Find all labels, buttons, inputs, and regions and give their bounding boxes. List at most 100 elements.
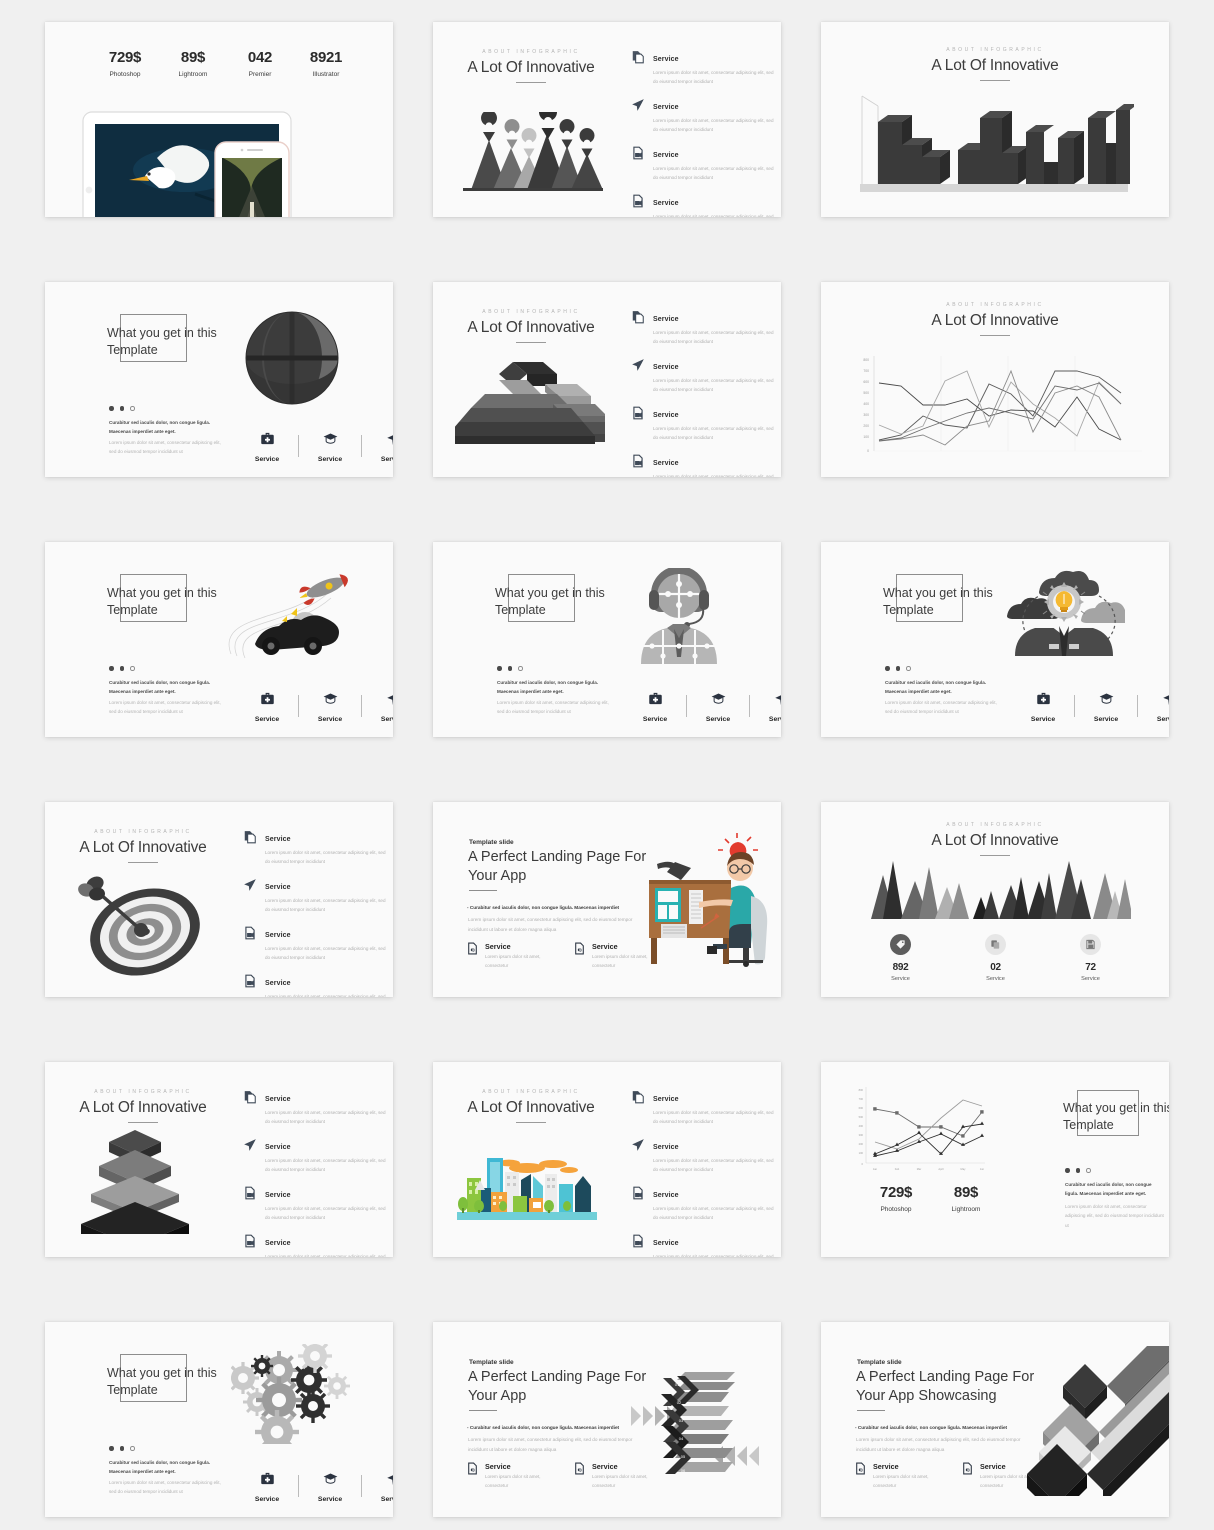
dot-active[interactable] — [885, 666, 890, 671]
tri-service-item[interactable]: Service — [237, 1471, 297, 1503]
dot-active[interactable] — [895, 666, 900, 671]
service-item[interactable]: Service Lorem ipsum dolor sit amet, cons… — [243, 924, 391, 963]
tri-service-item[interactable]: Service — [688, 691, 748, 723]
dot-inactive[interactable] — [130, 666, 135, 671]
dot-active[interactable] — [109, 406, 114, 411]
pagination-dots[interactable] — [497, 666, 523, 671]
service-item[interactable]: Service Lorem ipsum dolor sit amet, cons… — [631, 96, 779, 135]
dot-inactive[interactable] — [1086, 1168, 1091, 1173]
service-item[interactable]: Service Lorem ipsum dolor sit amet, cons… — [243, 1232, 391, 1257]
slide-thumbnail-landing-desk[interactable]: Template slide A Perfect Landing Page Fo… — [433, 802, 781, 997]
tri-service-item[interactable]: Service — [363, 691, 393, 723]
slide-thumbnail-puzzle-agent[interactable]: What you get in this Template Curabitur … — [433, 542, 781, 737]
service-item[interactable]: Service Lorem ipsum dolor sit amet, cons… — [243, 1184, 391, 1223]
service-item[interactable]: Service Lorem ipsum dolor sit amet, cons… — [631, 144, 779, 183]
service-item[interactable]: Service Lorem ipsum dolor sit amet, cons… — [631, 404, 779, 443]
slide-thumbnail-idea-businessman[interactable]: What you get in this Template Curabitur … — [821, 542, 1169, 737]
service-item[interactable]: Service Lorem ipsum dolor sit amet, cons… — [243, 972, 391, 997]
tri-service-item[interactable]: Service — [300, 1471, 360, 1503]
slide-thumbnail-city[interactable]: ABOUT INFOGRAPHIC A Lot Of Innovative Se… — [433, 1062, 781, 1257]
dot-active[interactable] — [497, 666, 502, 671]
slide-thumbnail-spikes-stats[interactable]: ABOUT INFOGRAPHIC A Lot Of Innovative 89… — [821, 802, 1169, 997]
dot-active[interactable] — [109, 1446, 114, 1451]
pagination-dots[interactable] — [1065, 1168, 1091, 1173]
slide-thumbnail-dartboard[interactable]: ABOUT INFOGRAPHIC A Lot Of Innovative Se… — [45, 802, 393, 997]
slide-thumbnail-mountains-pins[interactable]: ABOUT INFOGRAPHIC A Lot Of Innovative Se… — [433, 22, 781, 217]
slide-body: Lorem ipsum dolor sit amet, consectetur … — [468, 917, 633, 932]
tri-service-item[interactable]: Service — [237, 691, 297, 723]
stat-value: 89$ — [180, 49, 206, 66]
slide-thumbnail-3d-pyramid[interactable]: ABOUT INFOGRAPHIC A Lot Of Innovative Se… — [433, 282, 781, 477]
video-file-icon — [631, 1184, 645, 1223]
slide-thumbnail-chart-wyg[interactable]: 800 700 600 500 400 300 200 100 0 Jan Feb Mar … — [821, 1062, 1169, 1257]
service-item[interactable]: Service Lorem ipsum dolor sit amet, cons… — [631, 308, 779, 347]
dot-inactive[interactable] — [518, 666, 523, 671]
service-item[interactable]: Service Lorem ipsum dolor sit amet, cons… — [631, 1232, 779, 1257]
tri-service-item[interactable]: Service — [1013, 691, 1073, 723]
dot-active[interactable] — [119, 406, 124, 411]
tri-service-item[interactable]: Service — [363, 1471, 393, 1503]
slide-headline: A Lot Of Innovative — [79, 839, 207, 856]
tri-service-item[interactable]: Service — [1139, 691, 1169, 723]
service-item[interactable]: Service Lorem ipsum dolor sit amet, cons… — [631, 1136, 779, 1175]
dot-active[interactable] — [109, 666, 114, 671]
stat-item[interactable]: 02 Service — [948, 934, 1043, 982]
audio-file-icon — [575, 942, 584, 955]
dot-active[interactable] — [507, 666, 512, 671]
x-tick: Jun — [980, 1167, 985, 1171]
dot-inactive[interactable] — [130, 406, 135, 411]
tri-service-item[interactable]: Service — [237, 431, 297, 463]
service-item[interactable]: Service Lorem ipsum dolor sit amet, cons… — [243, 1088, 391, 1127]
service-item[interactable]: Service Lorem ipsum dolor sit amet, cons… — [466, 942, 543, 970]
stat-item[interactable]: 892 Service — [853, 934, 948, 982]
dot-active[interactable] — [119, 1446, 124, 1451]
dot-inactive[interactable] — [130, 1446, 135, 1451]
service-item[interactable]: Service Lorem ipsum dolor sit amet, cons… — [631, 356, 779, 395]
stat-item[interactable]: 72 Service — [1043, 934, 1138, 982]
service-item[interactable]: Service Lorem ipsum dolor sit amet, cons… — [466, 1462, 543, 1490]
slide-thumbnail-sphere[interactable]: What you get in this Template Curabitur … — [45, 282, 393, 477]
svg-text:0: 0 — [862, 1162, 864, 1166]
service-item[interactable]: Service Lorem ipsum dolor sit amet, cons… — [631, 48, 779, 87]
dot-active[interactable] — [1065, 1168, 1070, 1173]
pagination-dots[interactable] — [109, 1446, 135, 1451]
service-item[interactable]: Service Lorem ipsum dolor sit amet, cons… — [243, 876, 391, 915]
tri-service-item[interactable]: Service — [751, 691, 781, 723]
slide-thumbnail-gears[interactable]: What you get in this Template Curabitur … — [45, 1322, 393, 1517]
stat-label: Lightroom — [951, 1206, 981, 1213]
dot-active[interactable] — [1075, 1168, 1080, 1173]
service-item[interactable]: Service Lorem ipsum dolor sit amet, cons… — [631, 1088, 779, 1127]
service-item[interactable]: Service Lorem ipsum dolor sit amet, cons… — [243, 1136, 391, 1175]
title-block: ABOUT INFOGRAPHIC A Lot Of Innovative — [895, 47, 1095, 81]
service-item[interactable]: Service Lorem ipsum dolor sit amet, cons… — [243, 828, 391, 867]
slide-thumbnail-devices-stats[interactable]: 729$ Photoshop 89$ Lightroom 042 Premier… — [45, 22, 393, 217]
tri-service-item[interactable]: Service — [1076, 691, 1136, 723]
service-item[interactable]: Service Lorem ipsum dolor sit amet, cons… — [631, 192, 779, 217]
tri-service-item[interactable]: Service — [625, 691, 685, 723]
slide-kicker: Template slide — [469, 839, 514, 846]
slide-thumbnail-layered-ribbon[interactable]: Template slide A Perfect Landing Page Fo… — [821, 1322, 1169, 1517]
pagination-dots[interactable] — [109, 406, 135, 411]
divider — [1137, 695, 1138, 717]
dot-active[interactable] — [119, 666, 124, 671]
slide-thumbnail-step-pyramid[interactable]: ABOUT INFOGRAPHIC A Lot Of Innovative Se… — [45, 1062, 393, 1257]
tri-service-label: Service — [642, 716, 668, 723]
wyg-sub: Lorem ipsum dolor sit amet, consectetur … — [1065, 1204, 1164, 1228]
tri-service-item[interactable]: Service — [300, 691, 360, 723]
service-item[interactable]: Service Lorem ipsum dolor sit amet, cons… — [854, 1462, 931, 1490]
pagination-dots[interactable] — [885, 666, 911, 671]
slide-headline: A Lot Of Innovative — [931, 312, 1059, 329]
slide-thumbnail-chevron-arrows[interactable]: Template slide A Perfect Landing Page Fo… — [433, 1322, 781, 1517]
rocket-car-art — [228, 574, 348, 659]
tri-service-label: Service — [380, 456, 393, 463]
service-item[interactable]: Service Lorem ipsum dolor sit amet, cons… — [631, 452, 779, 477]
slide-thumbnail-3d-bar-chart[interactable]: ABOUT INFOGRAPHIC A Lot Of Innovative — [821, 22, 1169, 217]
slide-thumbnail-line-chart[interactable]: ABOUT INFOGRAPHIC A Lot Of Innovative 80… — [821, 282, 1169, 477]
service-item[interactable]: Service Lorem ipsum dolor sit amet, cons… — [631, 1184, 779, 1223]
slide-thumbnail-rocket-car[interactable]: What you get in this Template Curabitur … — [45, 542, 393, 737]
pagination-dots[interactable] — [109, 666, 135, 671]
tri-service-item[interactable]: Service — [363, 431, 393, 463]
tri-service-item[interactable]: Service — [300, 431, 360, 463]
dot-inactive[interactable] — [906, 666, 911, 671]
tri-service-label: Service — [1156, 716, 1169, 723]
